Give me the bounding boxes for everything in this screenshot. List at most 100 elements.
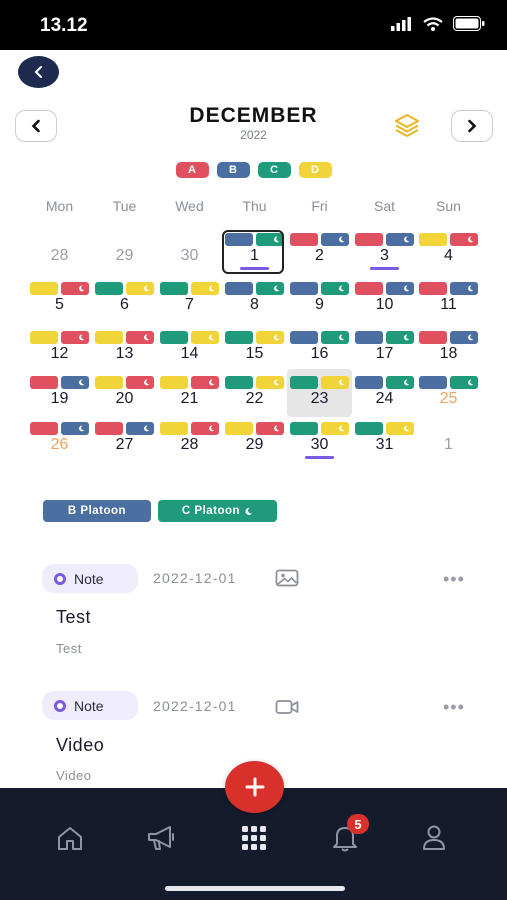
calendar-day[interactable]: 16 (287, 328, 352, 374)
next-month-button[interactable] (451, 110, 493, 142)
shift-bar-d (225, 422, 253, 435)
calendar-day[interactable]: 28 (157, 419, 222, 465)
shift-bars (355, 282, 414, 295)
calendar-day[interactable]: 30 (287, 419, 352, 465)
shift-bars (30, 282, 89, 295)
calendar-day[interactable]: 24 (352, 373, 417, 419)
add-button[interactable] (225, 761, 284, 813)
shift-bar-d (95, 376, 123, 389)
layers-button[interactable] (393, 112, 421, 138)
shift-bar-b (450, 331, 478, 344)
weekday-tue: Tue (112, 198, 137, 214)
shift-bar-b (450, 282, 478, 295)
home-icon (58, 827, 82, 850)
calendar-day[interactable]: 3 (352, 230, 417, 276)
day-number: 26 (50, 436, 69, 453)
note-date: 2022-12-01 (153, 570, 237, 586)
shift-legend: ABCD (0, 162, 507, 178)
tab-notifications[interactable]: 5 (325, 814, 369, 858)
shift-bar-a (355, 233, 383, 246)
calendar-day[interactable]: 15 (222, 328, 287, 374)
legend-chip-a: A (175, 162, 209, 178)
calendar-day[interactable]: 13 (92, 328, 157, 374)
legend-chip-d: D (298, 162, 332, 178)
shift-bars (419, 376, 478, 389)
day-number: 10 (375, 296, 394, 313)
note-type-pill: Note (42, 564, 138, 593)
calendar-day[interactable]: 18 (416, 328, 481, 374)
calendar-day[interactable]: 6 (92, 279, 157, 325)
shift-bar-b (419, 376, 447, 389)
calendar-day[interactable]: 10 (352, 279, 417, 325)
calendar-day[interactable]: 2 (287, 230, 352, 276)
shift-bars (160, 331, 219, 344)
shift-bar-b (225, 282, 253, 295)
shift-bars (30, 331, 89, 344)
shift-bars (290, 282, 349, 295)
shift-bar-c (160, 282, 188, 295)
calendar-day[interactable]: 1 (416, 419, 481, 465)
shift-bars (290, 422, 349, 435)
shift-bar-a (191, 422, 219, 435)
shift-bar-c (225, 376, 253, 389)
calendar-day[interactable]: 30 (157, 230, 222, 276)
shift-bar-c (386, 376, 414, 389)
calendar-day[interactable]: 29 (92, 230, 157, 276)
today-highlight (222, 230, 284, 274)
note-type-pill: Note (42, 691, 138, 720)
calendar-day[interactable]: 12 (27, 328, 92, 374)
calendar-day[interactable]: 4 (416, 230, 481, 276)
tab-calendar-grid[interactable] (234, 818, 274, 858)
video-icon (275, 700, 299, 714)
calendar-day[interactable]: 11 (416, 279, 481, 325)
calendar-day[interactable]: 8 (222, 279, 287, 325)
calendar-day[interactable]: 21 (157, 373, 222, 419)
calendar-day[interactable]: 19 (27, 373, 92, 419)
shift-bar-a (450, 233, 478, 246)
shift-bars (419, 282, 478, 295)
chevron-right-icon (468, 119, 477, 133)
day-number: 28 (180, 436, 199, 453)
shift-bars (355, 422, 414, 435)
shift-bar-b (321, 233, 349, 246)
day-number: 29 (115, 247, 134, 264)
event-indicator (305, 456, 334, 459)
calendar-day[interactable]: 26 (27, 419, 92, 465)
back-button[interactable] (18, 56, 59, 88)
tab-home[interactable] (50, 818, 90, 858)
signal-icon (391, 16, 411, 31)
calendar-day[interactable]: 27 (92, 419, 157, 465)
calendar-day[interactable]: 28 (27, 230, 92, 276)
shift-bar-c (225, 331, 253, 344)
legend-chip-b: B (216, 162, 250, 178)
shift-bars (355, 233, 414, 246)
shift-bar-d (95, 331, 123, 344)
calendar-day[interactable]: 22 (222, 373, 287, 419)
day-number: 21 (180, 390, 199, 407)
calendar-day[interactable]: 9 (287, 279, 352, 325)
more-options-button[interactable]: ••• (443, 697, 465, 718)
tab-announcements[interactable] (142, 818, 182, 858)
calendar-day[interactable]: 23 (287, 373, 352, 419)
more-options-button[interactable]: ••• (443, 569, 465, 590)
calendar-day[interactable]: 25 (416, 373, 481, 419)
calendar-day[interactable]: 17 (352, 328, 417, 374)
calendar-day[interactable]: 14 (157, 328, 222, 374)
calendar-day[interactable]: 7 (157, 279, 222, 325)
calendar-day[interactable]: 5 (27, 279, 92, 325)
day-number: 7 (185, 296, 194, 313)
calendar-day[interactable]: 31 (352, 419, 417, 465)
shift-bars (95, 331, 154, 344)
weekday-thu: Thu (242, 198, 267, 214)
shift-bar-a (30, 376, 58, 389)
shift-bar-b (126, 422, 154, 435)
tab-profile[interactable] (414, 818, 454, 858)
shift-bars (30, 376, 89, 389)
day-number: 28 (50, 247, 69, 264)
day-number: 18 (439, 345, 458, 362)
plus-icon (245, 777, 264, 797)
calendar-day[interactable]: 20 (92, 373, 157, 419)
shift-bar-d (256, 331, 284, 344)
calendar-day[interactable]: 29 (222, 419, 287, 465)
day-number: 17 (375, 345, 394, 362)
